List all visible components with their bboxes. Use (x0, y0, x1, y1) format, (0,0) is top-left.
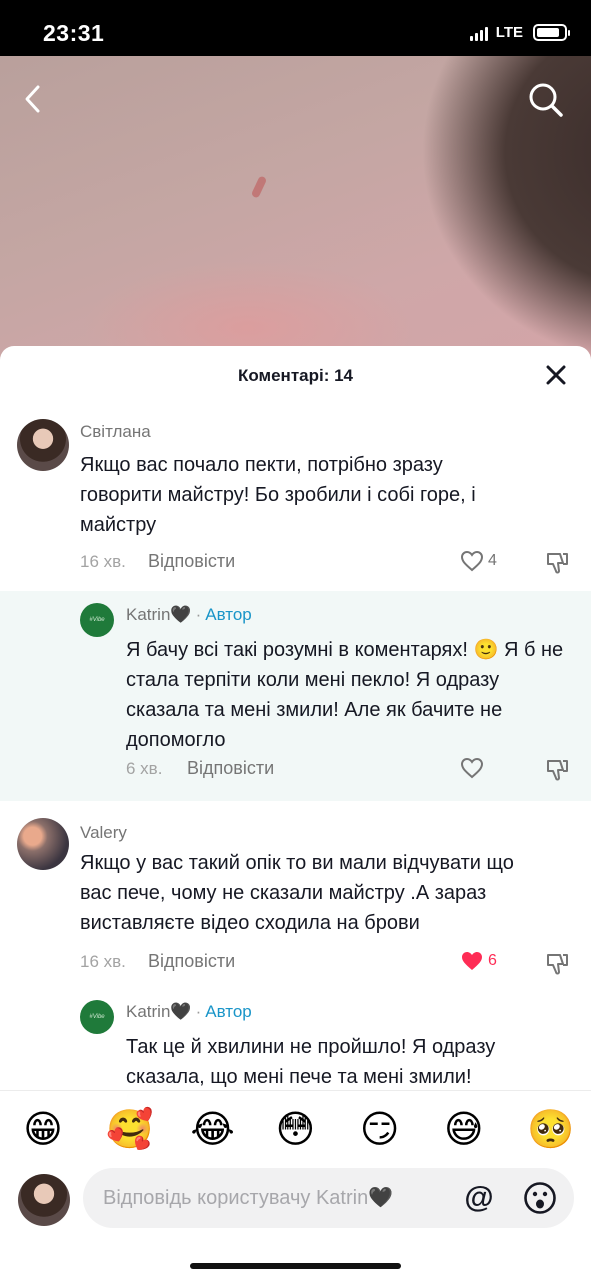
comment-author[interactable]: Katrin🖤 (126, 1002, 192, 1021)
like-button[interactable]: 4 (460, 550, 497, 572)
like-count: 6 (488, 952, 497, 969)
emoji-quick-bar: 😁 🥰 😂 😳 😏 😅 🥺 (0, 1090, 591, 1166)
search-icon[interactable] (528, 82, 564, 118)
reply-button[interactable]: Відповісти (187, 758, 274, 779)
emoji-button[interactable]: 😏 (359, 1108, 401, 1150)
comment-item: Світлана Якщо вас почало пекти, потрібно… (0, 406, 591, 591)
heart-outline-icon (460, 757, 484, 779)
comment-item: Valery Якщо у вас такий опік то ви мали … (0, 801, 591, 988)
comment-time: 16 хв. (80, 552, 126, 571)
signal-icon (469, 25, 488, 41)
author-badge: Автор (205, 1002, 252, 1021)
emoji-button[interactable]: 😳 (274, 1108, 316, 1150)
network-label: LTE (495, 24, 523, 41)
home-indicator (190, 1263, 401, 1269)
heart-outline-icon (460, 550, 484, 572)
comments-count-title: Коментарі: 14 (237, 366, 353, 385)
heart-filled-icon (462, 952, 482, 970)
avatar[interactable] (17, 419, 69, 471)
comment-input[interactable] (103, 1168, 463, 1228)
comment-time: 16 хв. (80, 952, 126, 971)
comment-author[interactable]: Valery (80, 823, 127, 843)
comment-text: Я бачу всі такі розумні в коментарях! 🙂 … (126, 639, 564, 751)
video-frame-detail (250, 175, 268, 199)
dislike-icon[interactable] (545, 551, 571, 575)
emoji-face-icon[interactable] (523, 1181, 557, 1215)
author-badge: Автор (205, 605, 252, 624)
dislike-icon[interactable] (545, 758, 571, 782)
comment-author-line: Katrin🖤 · Автор (126, 1002, 252, 1022)
like-button[interactable] (460, 757, 484, 779)
emoji-button[interactable]: 🥺 (527, 1108, 574, 1150)
comment-input-row: @ (0, 1166, 591, 1236)
close-icon[interactable] (545, 364, 567, 386)
mention-button[interactable]: @ (463, 1182, 495, 1214)
separator: · (195, 1002, 202, 1021)
emoji-button[interactable]: 😂 (190, 1108, 234, 1150)
status-icons: LTE (469, 24, 570, 41)
chevron-left-icon[interactable] (22, 84, 46, 114)
emoji-button[interactable]: 😅 (443, 1108, 485, 1150)
separator: · (195, 605, 202, 624)
comment-author-line: Katrin🖤 · Автор (126, 605, 252, 625)
comment-text: Якщо вас почало пекти, потрібно зразу го… (80, 454, 476, 536)
video-background (0, 56, 591, 376)
reply-item: #Vibe Katrin🖤 · Автор Я бачу всі такі розу… (0, 591, 591, 801)
avatar[interactable]: #Vibe (80, 1000, 114, 1034)
reply-button[interactable]: Відповісти (148, 951, 235, 972)
emoji-button[interactable]: 🥰 (106, 1108, 153, 1150)
comment-text: Так це й хвилини не пройшло! Я одразу ск… (126, 1036, 496, 1088)
battery-icon (533, 24, 570, 41)
like-count: 4 (488, 552, 497, 569)
comment-author[interactable]: Katrin🖤 (126, 605, 192, 624)
comment-text: Якщо у вас такий опік то ви мали відчува… (80, 852, 514, 934)
avatar (18, 1174, 70, 1226)
comments-list[interactable]: Світлана Якщо вас почало пекти, потрібно… (0, 406, 591, 1090)
avatar[interactable] (17, 818, 69, 870)
comments-sheet: Коментарі: 14 Світлана Якщо вас почало п… (0, 346, 591, 1280)
comment-input-box[interactable]: @ (83, 1168, 574, 1228)
status-time: 23:31 (43, 20, 105, 46)
reply-button[interactable]: Відповісти (148, 551, 235, 572)
emoji-button[interactable]: 😁 (22, 1108, 64, 1150)
avatar[interactable]: #Vibe (80, 603, 114, 637)
dislike-icon[interactable] (545, 952, 571, 976)
sheet-header: Коментарі: 14 (0, 346, 591, 406)
status-bar: 23:31 LTE (0, 0, 591, 56)
reply-item: #Vibe Katrin🖤 · Автор Так це й хвилини не … (0, 988, 591, 1090)
like-button[interactable]: 6 (460, 950, 497, 972)
comment-author[interactable]: Світлана (80, 422, 151, 442)
comment-time: 6 хв. (126, 759, 163, 778)
